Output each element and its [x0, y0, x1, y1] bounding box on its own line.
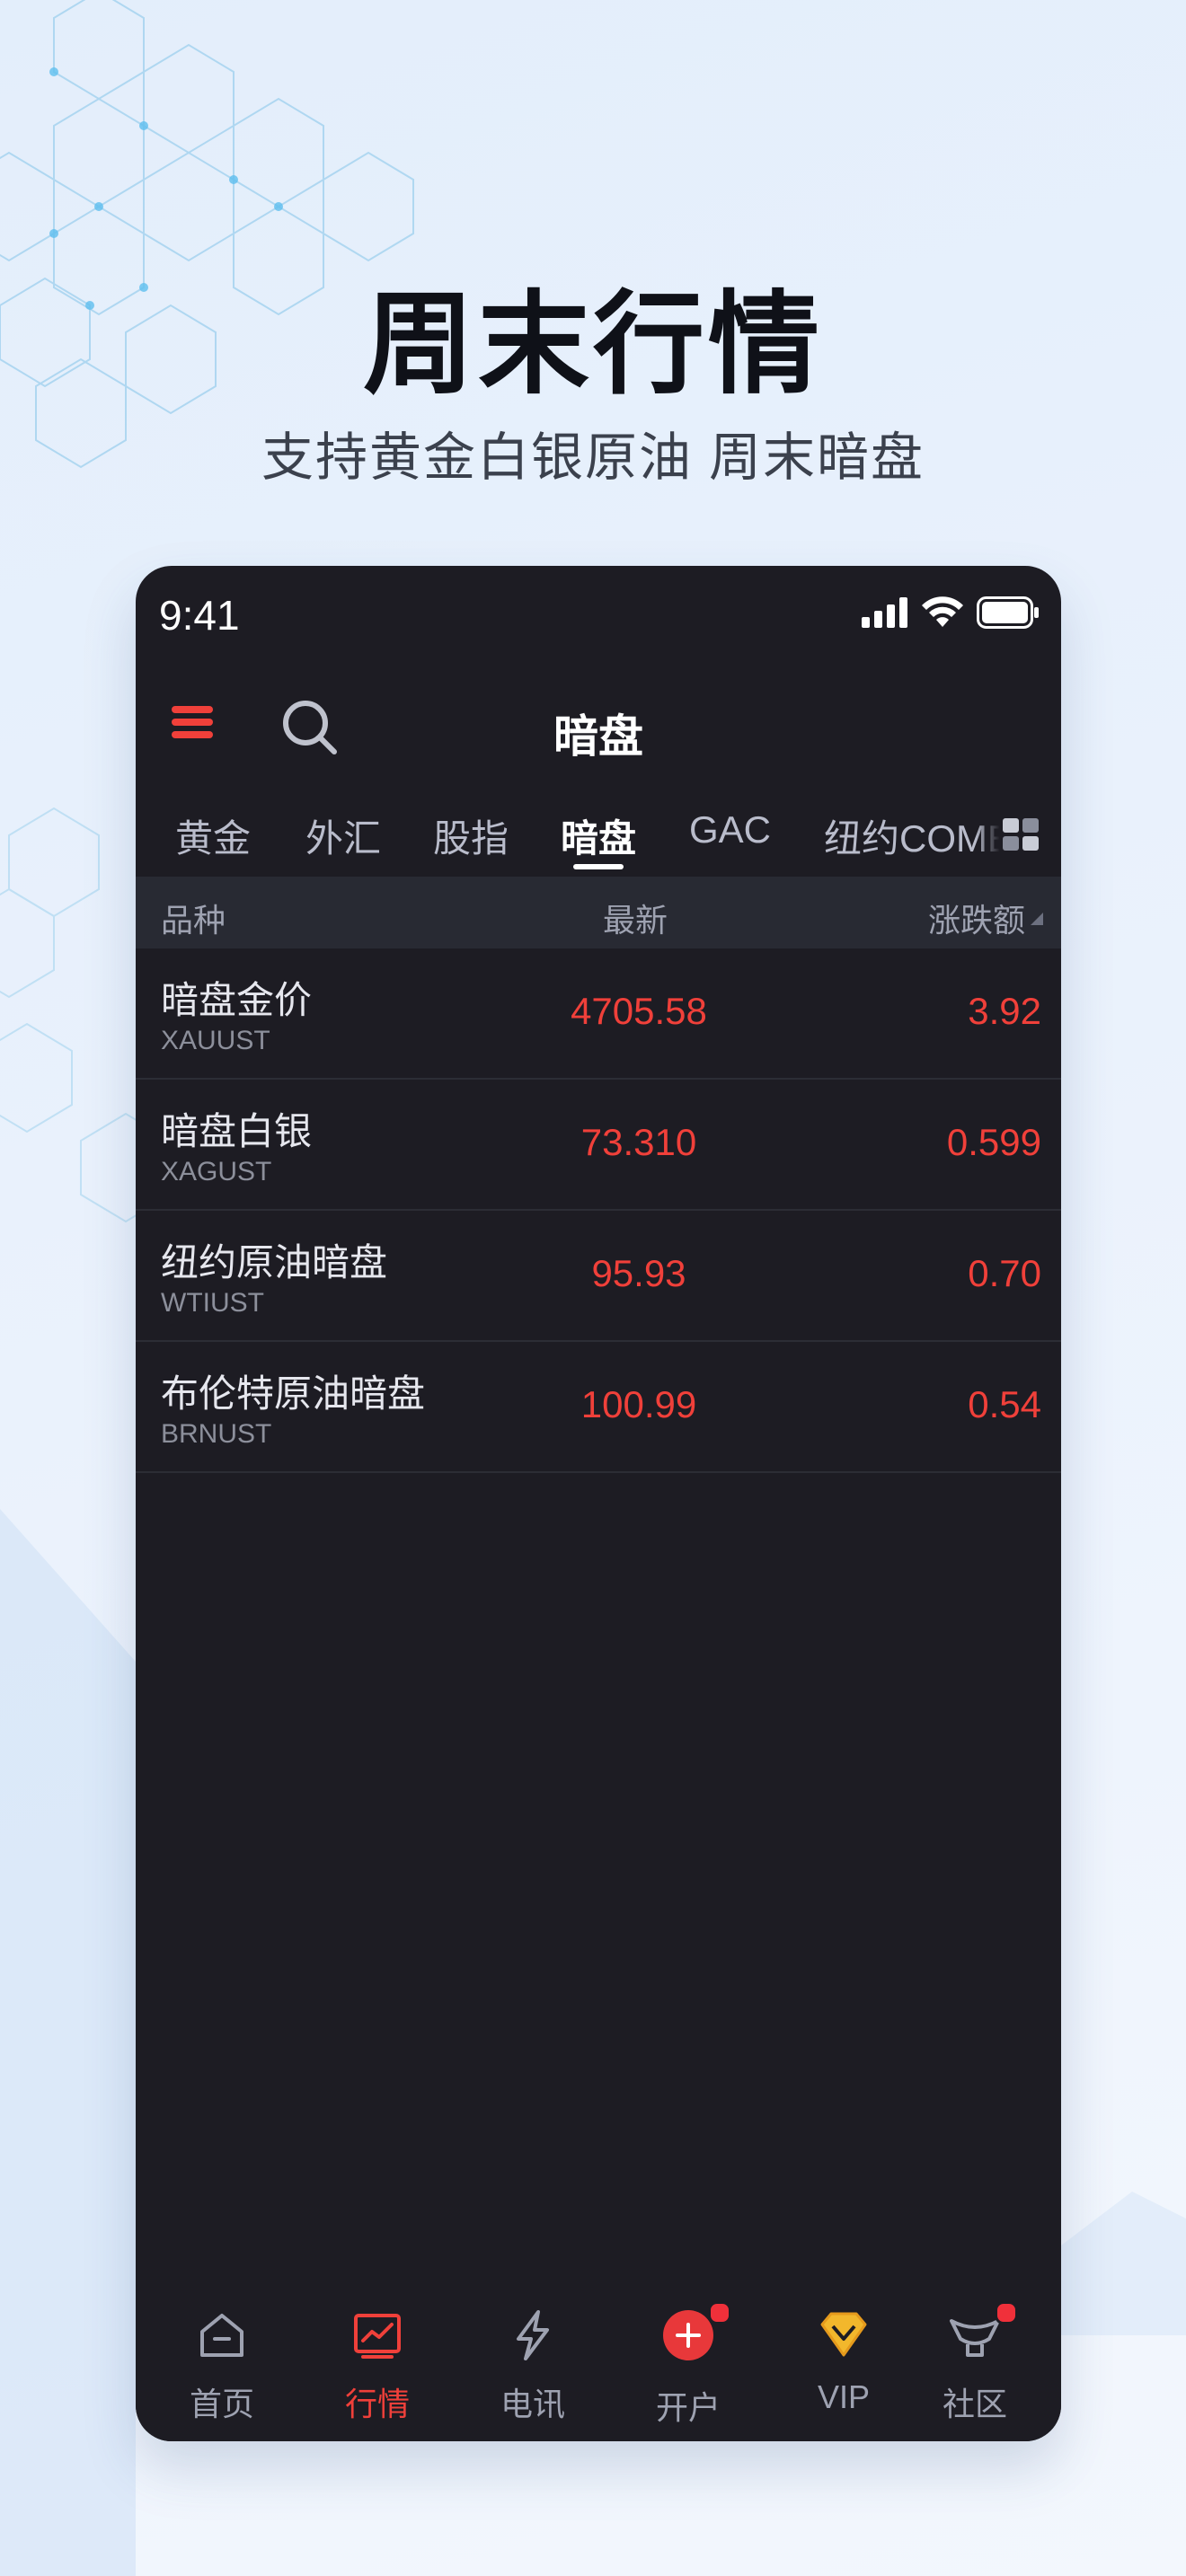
signal-icon: [862, 597, 907, 628]
bottom-nav-home[interactable]: 首页: [150, 2299, 294, 2434]
tab-forex[interactable]: 外汇: [305, 808, 381, 863]
status-time: 9:41: [159, 592, 240, 639]
row-name: 暗盘白银: [161, 1110, 313, 1152]
table-row[interactable]: 暗盘金价 XAUUST 4705.58 3.92: [136, 948, 1061, 1080]
bottom-nav-market[interactable]: 行情: [305, 2299, 449, 2434]
row-code: XAUUST: [161, 1026, 270, 1055]
nav-bar: 暗盘: [136, 674, 1061, 781]
notification-dot: [708, 2301, 731, 2325]
status-icons: [862, 596, 1040, 629]
table-row[interactable]: 暗盘白银 XAGUST 73.310 0.599: [136, 1080, 1061, 1211]
bottom-nav-community[interactable]: 社区: [903, 2299, 1047, 2434]
row-code: BRNUST: [161, 1419, 272, 1449]
row-code: WTIUST: [161, 1288, 264, 1318]
row-name: 纽约原油暗盘: [161, 1241, 388, 1284]
chart-icon: [354, 2314, 401, 2359]
column-header-latest[interactable]: 最新: [603, 895, 668, 941]
page-title: 暗盘: [553, 711, 643, 762]
bottom-nav-label: 行情: [344, 2386, 410, 2422]
status-bar: 9:41: [136, 566, 1061, 665]
promo-subtitle: 支持黄金白银原油 周末暗盘: [261, 428, 925, 487]
table-row[interactable]: 布伦特原油暗盘 BRNUST 100.99 0.54: [136, 1342, 1061, 1473]
lightning-icon: [517, 2310, 549, 2360]
bottom-nav-open-account[interactable]: 开户: [616, 2299, 760, 2434]
row-latest: 100.99: [580, 1383, 697, 1425]
bottom-nav-label: VIP: [817, 2378, 871, 2415]
phone-screen: 9:41 暗盘 黄金 外汇 股指 暗盘 GAC 纽约COMEX 品种 最新 涨跌…: [136, 566, 1061, 2441]
wifi-icon: [922, 596, 963, 627]
community-icon: [950, 2319, 1000, 2357]
tab-gold[interactable]: 黄金: [175, 808, 251, 863]
battery-icon: [977, 596, 1039, 629]
category-tabs: 黄金 外汇 股指 暗盘 GAC 纽约COMEX: [136, 790, 1061, 877]
row-change: 3.92: [968, 990, 1041, 1032]
row-change: 0.599: [946, 1121, 1041, 1163]
row-latest: 95.93: [591, 1252, 686, 1294]
grid-icon[interactable]: [1002, 817, 1041, 851]
tab-gac[interactable]: GAC: [689, 808, 771, 851]
sort-icon[interactable]: [1029, 913, 1043, 925]
promo-title: 周末行情: [362, 279, 823, 410]
row-latest: 4705.58: [571, 990, 707, 1032]
row-name: 布伦特原油暗盘: [161, 1372, 426, 1415]
active-tab-indicator: [573, 864, 624, 869]
bottom-nav-news[interactable]: 电讯: [461, 2299, 605, 2434]
bottom-nav: 首页 行情 电讯 开户 VIP 社区: [136, 2290, 1061, 2441]
bottom-nav-label: 社区: [942, 2386, 1007, 2422]
row-change: 0.70: [968, 1252, 1041, 1294]
home-icon: [200, 2314, 243, 2357]
bottom-nav-label: 开户: [655, 2389, 721, 2426]
bottom-nav-label: 首页: [189, 2386, 254, 2422]
notification-dot: [995, 2301, 1018, 2325]
bottom-nav-vip[interactable]: VIP: [772, 2299, 916, 2434]
tab-dark-market[interactable]: 暗盘: [561, 808, 636, 863]
row-latest: 73.310: [580, 1121, 697, 1163]
bottom-nav-label: 电讯: [500, 2386, 565, 2422]
table-row[interactable]: 纽约原油暗盘 WTIUST 95.93 0.70: [136, 1211, 1061, 1342]
diamond-icon: [820, 2312, 867, 2357]
row-change: 0.54: [968, 1383, 1041, 1425]
column-header-change[interactable]: 涨跌额: [928, 895, 1025, 941]
tab-index[interactable]: 股指: [433, 808, 509, 863]
row-name: 暗盘金价: [161, 979, 313, 1021]
table-header: 品种 最新 涨跌额: [136, 877, 1061, 948]
column-header-name: 品种: [161, 902, 226, 939]
plus-circle-icon: [663, 2310, 713, 2360]
row-code: XAGUST: [161, 1157, 272, 1187]
